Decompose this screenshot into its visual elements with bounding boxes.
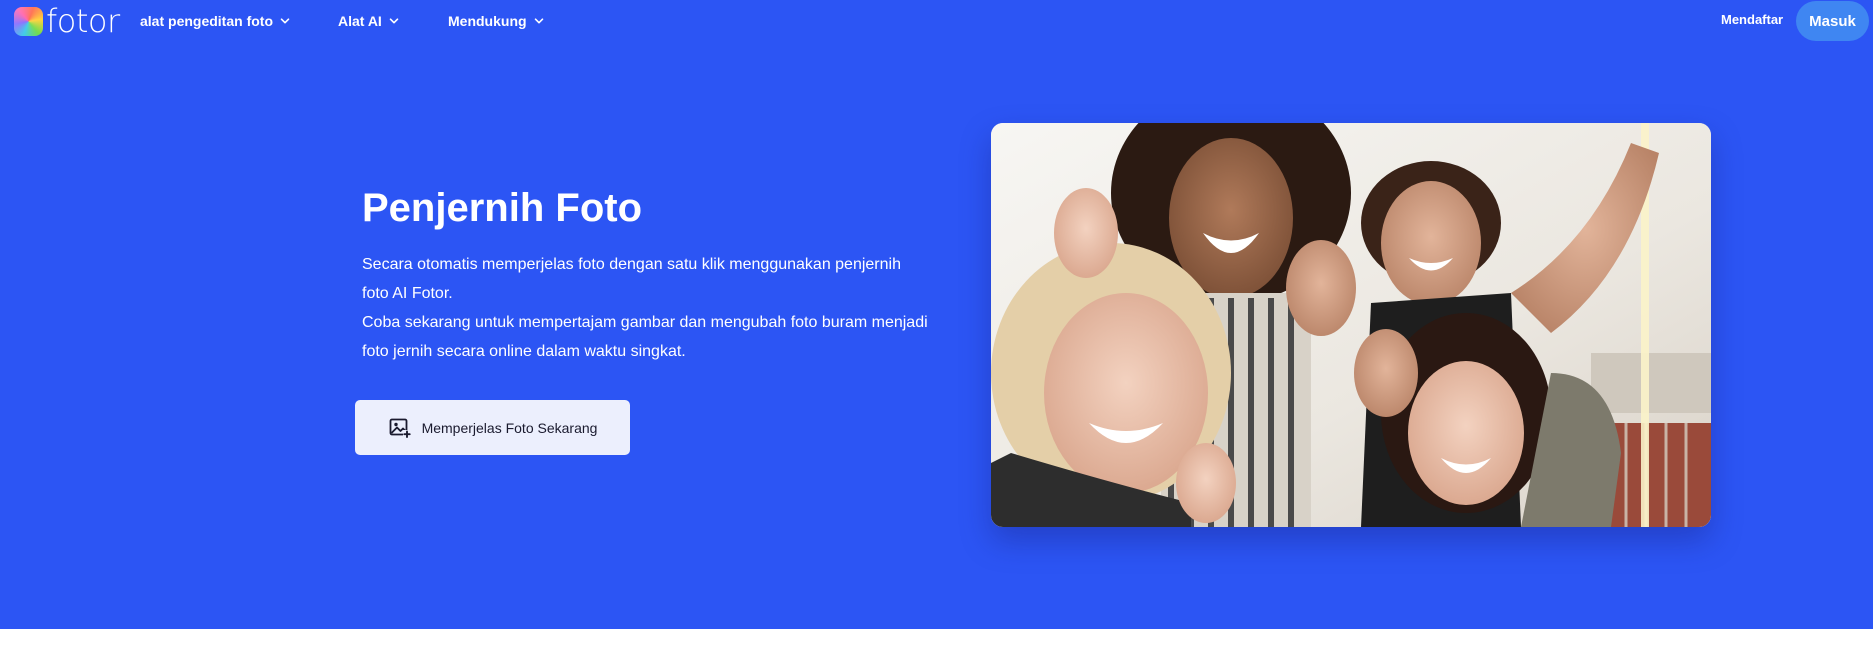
chevron-down-icon	[280, 18, 290, 24]
hero-description-line-2: Coba sekarang untuk mempertajam gambar d…	[362, 314, 928, 360]
photo-illustration	[991, 123, 1711, 527]
nav-item-label: Mendukung	[448, 13, 527, 29]
nav-item-support[interactable]: Mendukung	[448, 11, 545, 31]
fotor-logo-icon	[14, 6, 43, 36]
nav-item-label: alat pengeditan foto	[140, 13, 273, 29]
nav-item-photo-editing-tools[interactable]: alat pengeditan foto	[140, 11, 291, 31]
chevron-down-icon	[534, 18, 543, 24]
page: fotor alat pengeditan foto Alat AI Mendu…	[0, 0, 1873, 659]
login-button[interactable]: Masuk	[1796, 1, 1869, 41]
page-below-hero	[0, 629, 1873, 659]
page-title: Penjernih Foto	[362, 186, 642, 230]
hero-description: Secara otomatis memperjelas foto dengan …	[362, 250, 932, 366]
nav-item-label: Alat AI	[338, 13, 382, 29]
nav-item-ai-tools[interactable]: Alat AI	[338, 11, 400, 31]
add-image-icon	[389, 418, 411, 438]
hero-description-line-1: Secara otomatis memperjelas foto dengan …	[362, 256, 901, 302]
top-nav: fotor alat pengeditan foto Alat AI Mendu…	[0, 0, 1873, 42]
hero-section: fotor alat pengeditan foto Alat AI Mendu…	[0, 0, 1873, 629]
fotor-logo[interactable]: fotor	[14, 5, 120, 37]
enhance-photo-button[interactable]: Memperjelas Foto Sekarang	[355, 400, 630, 455]
enhance-photo-button-label: Memperjelas Foto Sekarang	[421, 419, 598, 436]
signup-link[interactable]: Mendaftar	[1721, 12, 1783, 27]
group-selfie-photo	[991, 123, 1711, 527]
chevron-down-icon	[389, 18, 399, 24]
logo-text: fotor	[46, 2, 120, 40]
